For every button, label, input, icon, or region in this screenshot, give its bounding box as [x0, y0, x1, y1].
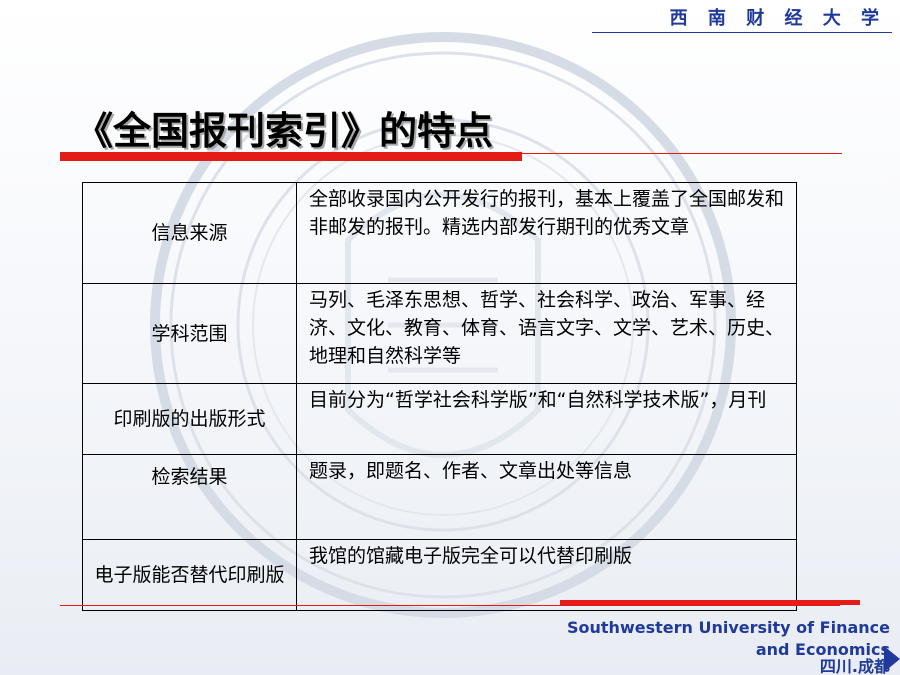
row-text: 全部收录国内公开发行的报刊，基本上覆盖了全国邮发和非邮发的报刊。精选内部发行期刊…: [296, 182, 797, 284]
slide: 西 南 财 经 大 学 《全国报刊索引》的特点 信息来源 全部收录国内公开发行的…: [0, 0, 900, 675]
top-brand: 西 南 财 经 大 学: [669, 8, 886, 29]
triangle-right-icon[interactable]: [884, 646, 900, 672]
footer-divider: [60, 605, 840, 606]
table-row: 信息来源 全部收录国内公开发行的报刊，基本上覆盖了全国邮发和非邮发的报刊。精选内…: [82, 182, 797, 284]
top-rule: [592, 32, 892, 33]
footer-university-name: Southwestern University of Finance and E…: [567, 618, 890, 659]
row-label: 信息来源: [82, 182, 297, 284]
row-label: 检索结果: [82, 454, 297, 540]
row-label: 电子版能否替代印刷版: [82, 539, 297, 611]
row-label: 印刷版的出版形式: [82, 383, 297, 455]
row-label: 学科范围: [82, 283, 297, 384]
footer-location: 四川.成都: [819, 657, 890, 675]
table-row: 检索结果 题录，即题名、作者、文章出处等信息: [82, 454, 797, 540]
title-accent-bar: [60, 152, 522, 161]
page-title: 《全国报刊索引》的特点: [75, 109, 494, 153]
row-text: 马列、毛泽东思想、哲学、社会科学、政治、军事、经济、文化、教育、体育、语言文字、…: [296, 283, 797, 384]
row-text: 目前分为“哲学社会科学版”和“自然科学技术版”，月刊: [296, 383, 797, 455]
footer-accent-bar: [560, 600, 860, 605]
table-row: 学科范围 马列、毛泽东思想、哲学、社会科学、政治、军事、经济、文化、教育、体育、…: [82, 283, 797, 384]
table-row: 印刷版的出版形式 目前分为“哲学社会科学版”和“自然科学技术版”，月刊: [82, 383, 797, 455]
features-table: 信息来源 全部收录国内公开发行的报刊，基本上覆盖了全国邮发和非邮发的报刊。精选内…: [82, 182, 797, 611]
row-text: 题录，即题名、作者、文章出处等信息: [296, 454, 797, 540]
